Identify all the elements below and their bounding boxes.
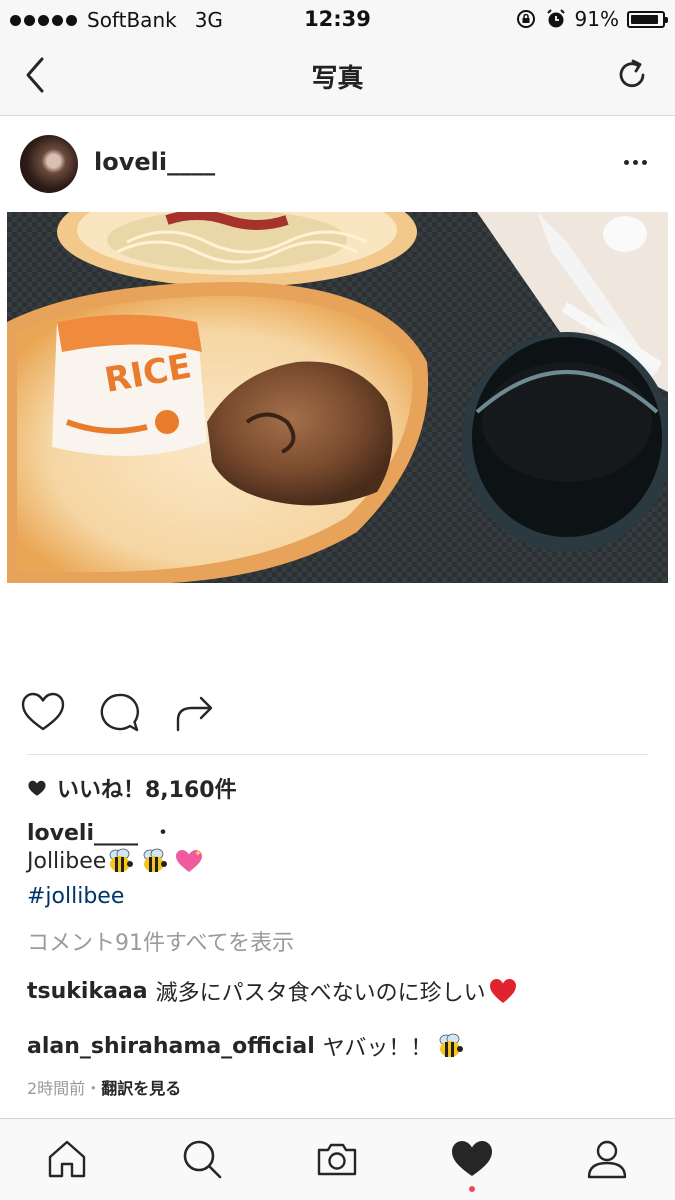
red-heart-emoji-icon [489,979,516,1003]
bee-emoji-icon [439,1033,464,1057]
caption-text: Jollibee [27,848,204,874]
post-meta: 2時間前・翻訳を見る [27,1075,181,1099]
notification-dot [469,1186,475,1192]
sparkling-heart-emoji-icon [176,850,203,872]
bee-emoji-icon [143,848,168,872]
comment-item: alan_shirahama_official ヤバッ！！ [27,1030,466,1062]
likes-count[interactable]: いいね！8,160件 [27,772,237,804]
battery-percent: 91% [574,7,619,31]
see-translation-link[interactable]: 翻訳を見る [101,1079,181,1098]
likes-label: いいね！8,160件 [57,778,237,803]
more-horizontal-icon[interactable] [624,160,647,165]
page-title: 写真 [311,64,364,94]
comment-text: ヤバッ！！ [322,1036,433,1061]
comment-text: 滅多にパスタ食べないのに珍しい [155,981,486,1006]
post-photo[interactable]: RICE [7,212,668,583]
camera-icon[interactable] [315,1137,359,1181]
alarm-icon [546,9,565,28]
navigation-bar: 写真 [0,38,675,116]
battery-fill [631,14,659,24]
hashtag-link[interactable]: #jollibee [27,884,124,909]
home-icon[interactable] [45,1137,89,1181]
post-actions [0,690,675,740]
post-username[interactable]: loveli____ [94,148,215,176]
comment-bubble-icon[interactable] [96,690,142,736]
caption-body: Jollibee [27,848,107,874]
caption-username: loveli____ ・ [27,815,174,847]
avatar[interactable] [20,135,78,193]
profile-icon[interactable] [585,1137,629,1181]
post-photo-container: RICE [0,212,675,674]
comment-username[interactable]: tsukikaaa [27,979,148,1004]
heart-filled-icon[interactable] [450,1137,494,1181]
meta-separator: ・ [85,1079,102,1098]
status-bar: SoftBank 3G 12:39 91% [0,0,675,38]
view-all-comments-link[interactable]: コメント91件すべてを表示 [27,925,294,957]
caption-user-link[interactable]: loveli____ [27,821,138,846]
battery-icon [627,10,668,28]
share-arrow-icon[interactable] [172,690,218,736]
heart-filled-icon [28,780,46,796]
rotation-lock-icon [516,10,535,28]
status-right: 91% [515,7,668,31]
post-header: loveli____ [0,116,675,212]
divider [27,754,648,755]
heart-outline-icon[interactable] [20,690,66,736]
refresh-icon[interactable] [613,56,651,94]
comment-item: tsukikaaa 滅多にパスタ食べないのに珍しい [27,975,518,1007]
comment-username[interactable]: alan_shirahama_official [27,1034,315,1059]
caption-separator: ・ [152,821,175,846]
search-icon[interactable] [180,1137,224,1181]
bee-emoji-icon [109,848,134,872]
post-timestamp: 2時間前 [27,1079,86,1098]
tab-bar [0,1118,675,1200]
